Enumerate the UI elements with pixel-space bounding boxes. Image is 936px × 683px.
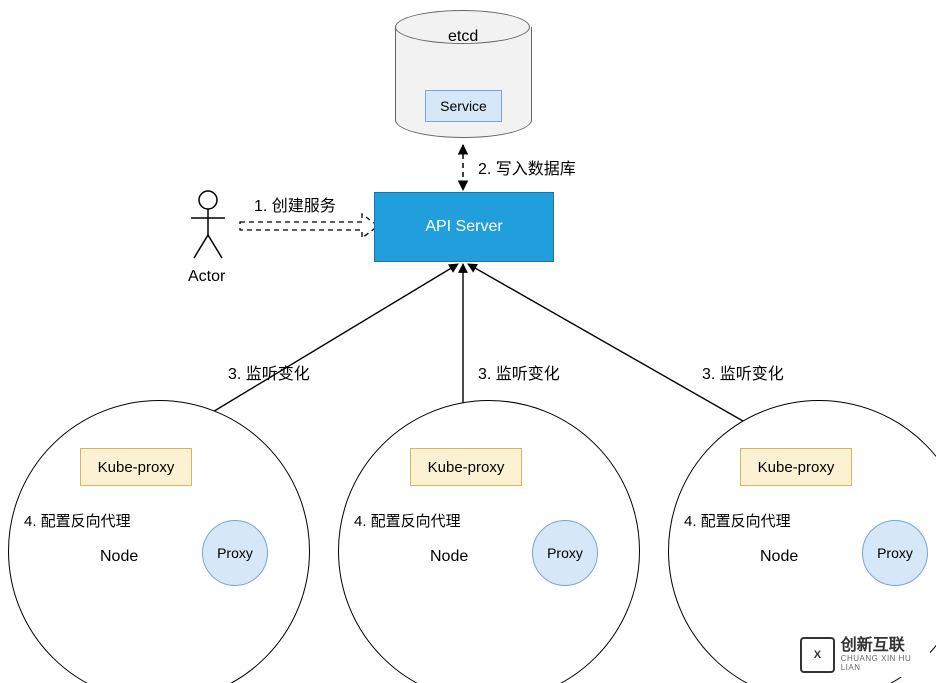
- kube-proxy-box-2: Kube-proxy: [410, 448, 522, 486]
- etcd-service-box: Service: [425, 90, 502, 122]
- step-3-label-2: 3. 监听变化: [478, 360, 560, 384]
- step-3-label-3: 3. 监听变化: [702, 360, 784, 384]
- proxy-label-2: Proxy: [547, 545, 583, 561]
- proxy-label-3: Proxy: [877, 545, 913, 561]
- actor-label: Actor: [188, 268, 225, 286]
- kube-proxy-label-1: Kube-proxy: [98, 459, 175, 476]
- step-4-label-2: 4. 配置反向代理: [354, 510, 461, 531]
- kube-proxy-box-3: Kube-proxy: [740, 448, 852, 486]
- node-label-3: Node: [760, 548, 798, 566]
- kube-proxy-label-3: Kube-proxy: [758, 459, 835, 476]
- service-label: Service: [440, 98, 487, 114]
- etcd-label: etcd: [448, 28, 478, 46]
- arrow-actor-api: [240, 214, 378, 238]
- proxy-label-1: Proxy: [217, 545, 253, 561]
- step-4-label-3: 4. 配置反向代理: [684, 510, 791, 531]
- diagram-stage: etcd Service 2. 写入数据库 API Server Actor 1…: [0, 0, 936, 683]
- proxy-circle-3: Proxy: [862, 520, 928, 586]
- kube-proxy-box-1: Kube-proxy: [80, 448, 192, 486]
- actor-icon: [188, 190, 228, 260]
- kube-proxy-label-2: Kube-proxy: [428, 459, 505, 476]
- step-2-label: 2. 写入数据库: [478, 155, 576, 179]
- node-label-1: Node: [100, 548, 138, 566]
- watermark: X 创新互联 CHUANG XIN HU LIAN: [800, 633, 930, 677]
- api-server-label: API Server: [425, 218, 502, 236]
- proxy-circle-2: Proxy: [532, 520, 598, 586]
- watermark-cn: 创新互联: [841, 638, 930, 654]
- watermark-logo-icon: X: [800, 637, 835, 673]
- step-1-label: 1. 创建服务: [254, 192, 336, 216]
- step-3-label-1: 3. 监听变化: [228, 360, 310, 384]
- api-server-box: API Server: [374, 192, 554, 262]
- watermark-en: CHUANG XIN HU LIAN: [841, 654, 930, 672]
- node-label-2: Node: [430, 548, 468, 566]
- step-4-label-1: 4. 配置反向代理: [24, 510, 131, 531]
- proxy-circle-1: Proxy: [202, 520, 268, 586]
